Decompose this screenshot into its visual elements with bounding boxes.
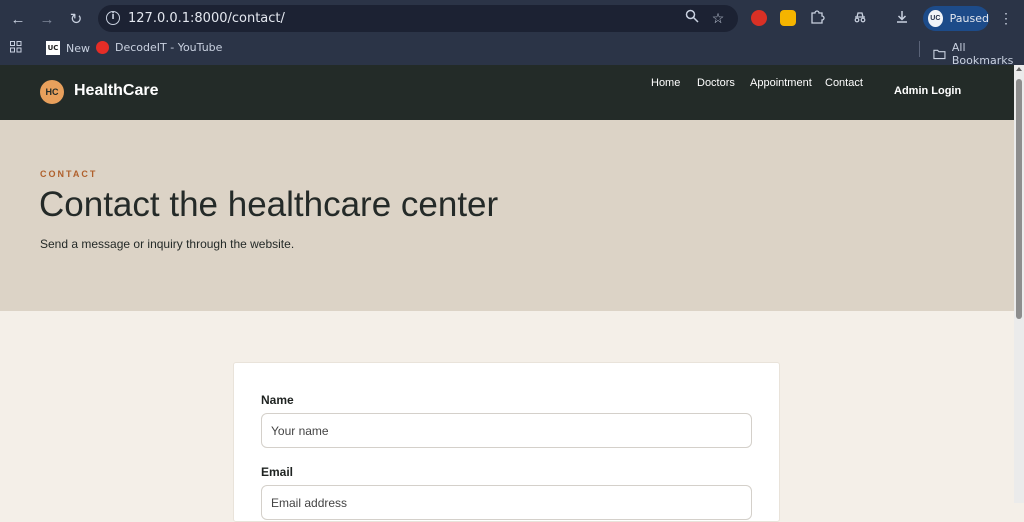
nav-appointment[interactable]: Appointment <box>750 77 812 89</box>
nav-home[interactable]: Home <box>651 77 680 89</box>
address-url[interactable]: 127.0.0.1:8000/contact/ <box>128 11 285 26</box>
download-icon[interactable] <box>893 9 911 27</box>
section-eyebrow: CONTACT <box>40 169 98 179</box>
nav-contact[interactable]: Contact <box>825 77 863 89</box>
bookmark-new[interactable]: UC New <box>46 41 90 55</box>
page-title: Contact the healthcare center <box>39 185 499 224</box>
folder-icon <box>933 49 946 60</box>
youtube-icon <box>96 41 109 54</box>
extension-yellow-icon[interactable] <box>780 10 796 26</box>
browser-chrome: ← → ↻ i 127.0.0.1:8000/contact/ ☆ UC Pau… <box>0 0 1024 67</box>
site-header: HC HealthCare Home Doctors Appointment C… <box>0 65 1014 120</box>
webpage: HC HealthCare Home Doctors Appointment C… <box>0 65 1014 522</box>
site-info-icon[interactable]: i <box>106 11 120 25</box>
all-bookmarks[interactable]: All Bookmarks <box>933 41 1024 67</box>
menu-kebab-icon[interactable]: ⋮ <box>997 9 1015 27</box>
page-subtitle: Send a message or inquiry through the we… <box>40 237 295 251</box>
extensions-puzzle-icon[interactable] <box>808 9 826 27</box>
bookmark-youtube[interactable]: DecodeIT - YouTube <box>96 41 222 54</box>
avatar: UC <box>928 10 943 27</box>
page-scrollbar[interactable] <box>1014 65 1024 503</box>
profile-status: Paused <box>949 12 989 25</box>
bookmarks-bar: UC New DecodeIT - YouTube All Bookmarks <box>0 38 1024 67</box>
admin-login-link[interactable]: Admin Login <box>894 85 961 97</box>
bookmark-favicon-icon: UC <box>46 41 60 55</box>
profile-button[interactable]: UC Paused <box>923 6 989 31</box>
browser-toolbar: ← → ↻ i 127.0.0.1:8000/contact/ ☆ UC Pau… <box>0 0 1024 38</box>
extension-red-icon[interactable] <box>751 10 767 26</box>
contact-form-card: Name Email <box>233 362 780 522</box>
apps-grid-icon[interactable] <box>10 41 22 53</box>
name-input[interactable] <box>261 413 752 448</box>
reload-icon[interactable]: ↻ <box>66 9 86 29</box>
logo[interactable]: HC <box>40 80 64 104</box>
address-bar[interactable]: i 127.0.0.1:8000/contact/ ☆ <box>98 5 738 32</box>
name-label: Name <box>261 393 294 407</box>
back-icon[interactable]: ← <box>8 9 28 29</box>
all-bookmarks-label: All Bookmarks <box>951 41 1014 67</box>
zoom-icon[interactable] <box>683 9 701 27</box>
bookmark-label: DecodeIT - YouTube <box>115 41 223 54</box>
bookmark-star-icon[interactable]: ☆ <box>709 9 727 27</box>
bookmark-label: New <box>66 41 90 55</box>
brand-name[interactable]: HealthCare <box>74 82 158 100</box>
scrollbar-thumb[interactable] <box>1016 79 1022 319</box>
hero-section: CONTACT Contact the healthcare center Se… <box>0 120 1014 311</box>
email-label: Email <box>261 465 294 479</box>
nav-doctors[interactable]: Doctors <box>697 77 735 89</box>
bookmarks-divider <box>919 41 920 57</box>
scroll-up-icon[interactable] <box>1016 67 1022 71</box>
forward-icon[interactable]: → <box>37 9 57 29</box>
incognito-icon[interactable] <box>851 9 869 27</box>
